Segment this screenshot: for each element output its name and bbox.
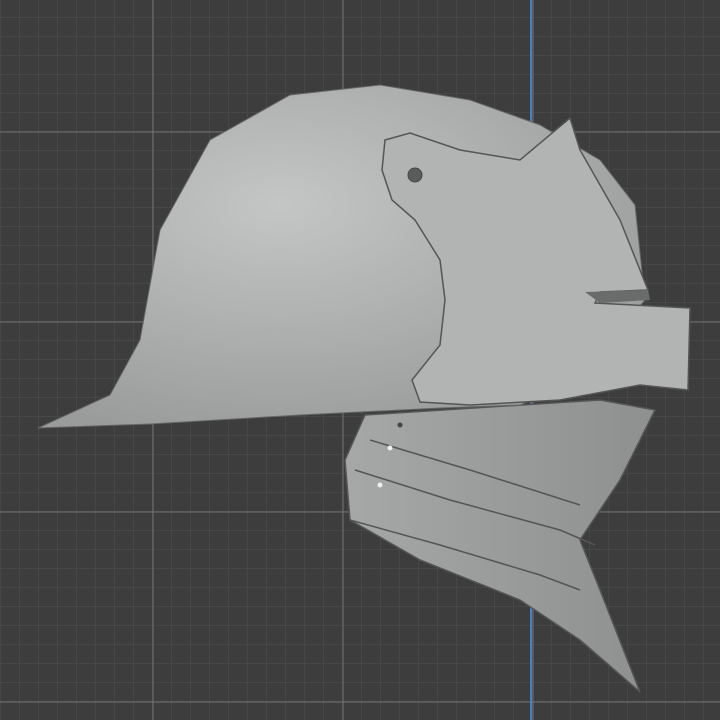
visor-pivot-hole xyxy=(407,167,423,183)
helmet-model[interactable] xyxy=(0,0,720,720)
rivet xyxy=(387,445,393,451)
helmet-bevor xyxy=(344,399,657,693)
rivet xyxy=(377,482,383,488)
rivet xyxy=(397,422,403,428)
3d-viewport[interactable] xyxy=(0,0,720,720)
